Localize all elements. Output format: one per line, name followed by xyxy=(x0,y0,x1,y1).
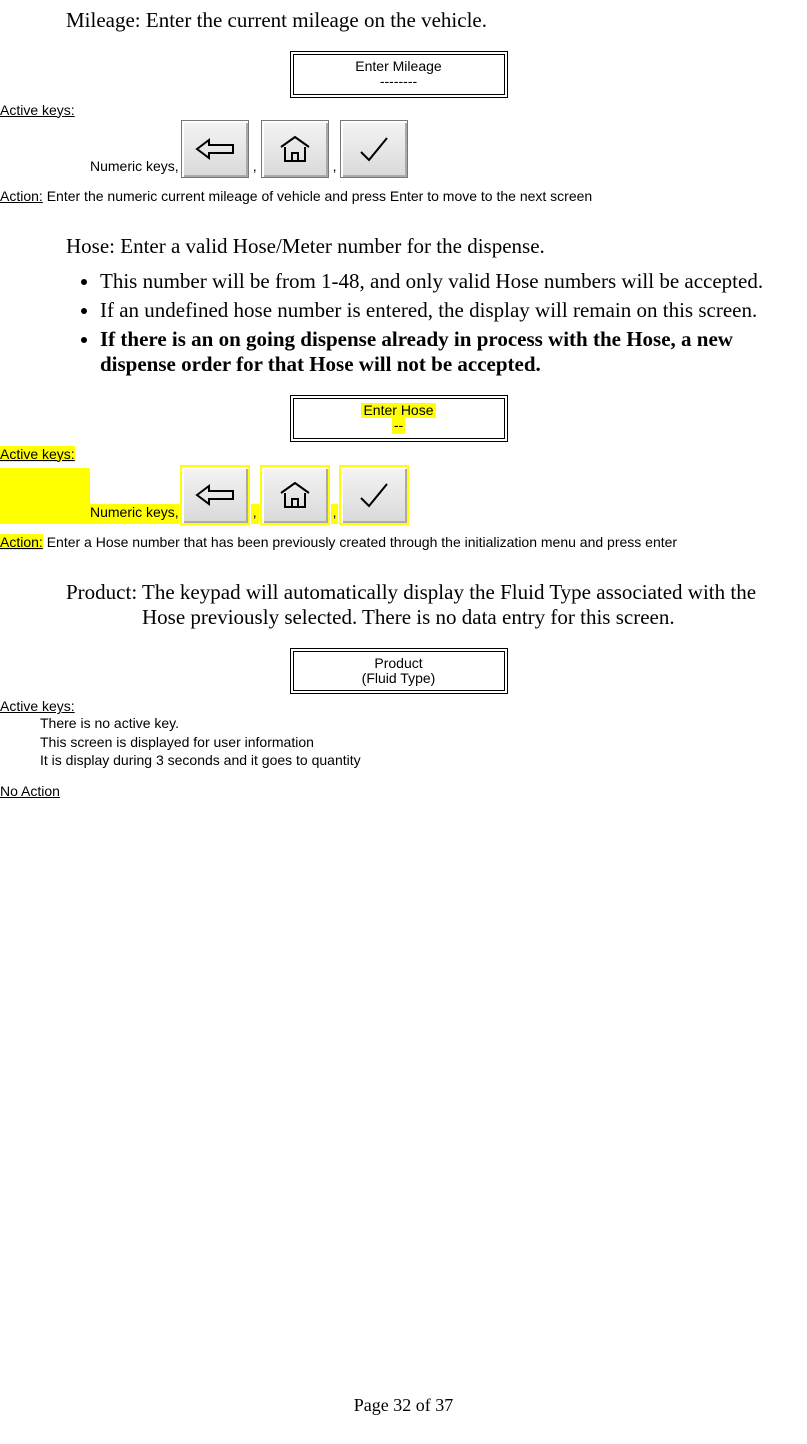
hose-heading: Hose: Enter a valid Hose/Meter number fo… xyxy=(66,234,797,259)
product-info-2: This screen is displayed for user inform… xyxy=(40,733,797,751)
product-info-block: There is no active key. This screen is d… xyxy=(40,714,797,769)
mileage-key-row: Numeric keys, , , xyxy=(0,120,797,178)
page-footer: Page 32 of 37 xyxy=(0,1395,807,1416)
hose-bullet-2: If an undefined hose number is entered, … xyxy=(100,298,797,323)
product-display-box: Product (Fluid Type) xyxy=(290,648,508,695)
mileage-display-box: Enter Mileage -------- xyxy=(290,51,508,98)
hose-action-line: Action: Enter a Hose number that has bee… xyxy=(0,534,797,550)
product-no-action: No Action xyxy=(0,783,797,799)
mileage-display-line1: Enter Mileage xyxy=(294,59,504,74)
product-display-line2: (Fluid Type) xyxy=(294,671,504,686)
hose-display-line1: Enter Hose xyxy=(361,403,435,418)
check-enter-key-icon xyxy=(340,466,408,524)
product-heading: Product: The keypad will automatically d… xyxy=(142,580,797,630)
comma: , xyxy=(331,158,339,178)
hose-numeric-keys-label: Numeric keys, xyxy=(90,504,179,524)
hose-key-row: Numeric keys, , , xyxy=(0,466,797,524)
hose-bullet-3: If there is an on going dispense already… xyxy=(100,327,797,377)
back-arrow-key-icon xyxy=(181,466,249,524)
hose-display-box: Enter Hose -- xyxy=(290,395,508,442)
product-info-3: It is display during 3 seconds and it go… xyxy=(40,751,797,769)
hose-bullet-1: This number will be from 1-48, and only … xyxy=(100,269,797,294)
back-arrow-key-icon xyxy=(181,120,249,178)
check-enter-key-icon xyxy=(340,120,408,178)
mileage-action-label: Action: xyxy=(0,188,43,204)
mileage-action-line: Action: Enter the numeric current mileag… xyxy=(0,188,797,204)
mileage-active-keys-label: Active keys: xyxy=(0,102,797,118)
mileage-heading: Mileage: Enter the current mileage on th… xyxy=(66,8,797,33)
hose-action-text: Enter a Hose number that has been previo… xyxy=(43,534,677,550)
home-key-icon xyxy=(261,120,329,178)
hose-active-keys-label: Active keys: xyxy=(0,446,75,462)
home-key-icon xyxy=(261,466,329,524)
comma: , xyxy=(331,504,339,524)
comma: , xyxy=(251,504,259,524)
hose-bullets: This number will be from 1-48, and only … xyxy=(100,269,797,377)
product-active-keys-label: Active keys: xyxy=(0,698,797,714)
product-display-line1: Product xyxy=(294,656,504,671)
hose-display-line2: -- xyxy=(392,418,405,433)
spacer xyxy=(0,468,90,524)
comma: , xyxy=(251,158,259,178)
mileage-action-text: Enter the numeric current mileage of veh… xyxy=(43,188,592,204)
spacer xyxy=(0,122,90,178)
product-info-1: There is no active key. xyxy=(40,714,797,732)
hose-action-label: Action: xyxy=(0,534,43,550)
mileage-display-line2: -------- xyxy=(294,74,504,89)
mileage-numeric-keys-label: Numeric keys, xyxy=(90,158,179,178)
